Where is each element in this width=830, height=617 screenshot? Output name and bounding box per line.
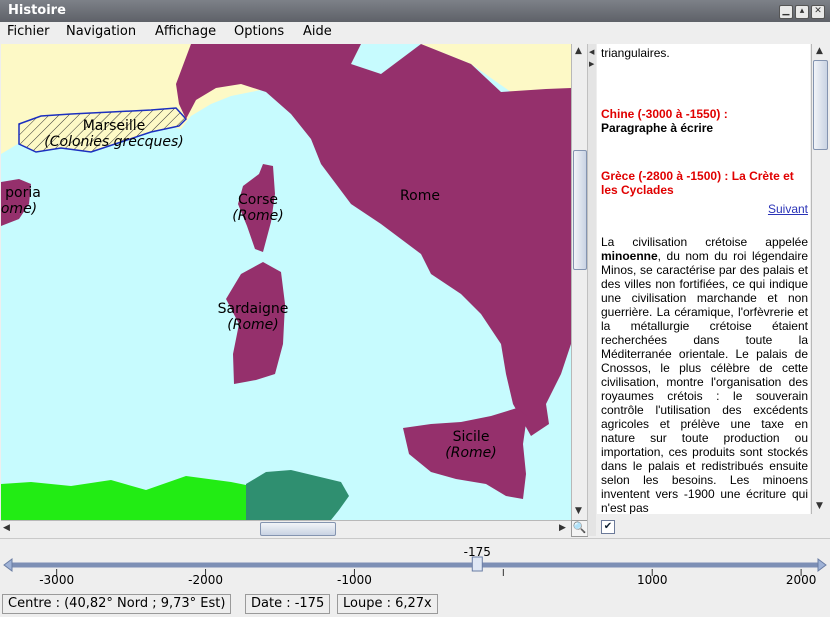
timeline-tick-label: 1000 (636, 573, 668, 587)
map-label-corse-sub: (Rome) (232, 208, 283, 224)
scroll-left-icon[interactable]: ◀ (3, 523, 10, 533)
timeline-ticks (56, 569, 802, 576)
map-vertical-scrollbar[interactable]: ▲ ▼ (571, 44, 587, 520)
timeline-left-cap (3, 558, 13, 572)
paragraph-text-start: La civilisation crétoise appelée (601, 235, 808, 249)
map-vscroll-thumb[interactable] (573, 150, 587, 270)
text-fragment-top: triangulaires. (601, 46, 670, 60)
map-label-sicile: Sicile (453, 429, 490, 445)
text-vertical-scrollbar[interactable]: ▲ ▼ (811, 44, 828, 514)
checkbox-icon[interactable]: ✔ (601, 520, 615, 534)
timeline-tick-label: -2000 (188, 573, 223, 587)
map-label-rome: Rome (400, 188, 440, 204)
history-text-panel[interactable]: triangulaires. Chine (-3000 à -1550) : P… (597, 44, 810, 514)
map-label-marseille-sub: (Colonies grecques) (44, 134, 183, 150)
map-canvas: Marseille (Colonies grecques) Corse (Rom… (1, 44, 571, 520)
timeline-tick-label: -1000 (337, 573, 372, 587)
menu-fichier[interactable]: Fichier (7, 24, 50, 39)
grece-paragraph: La civilisation crétoise appelée minoenn… (601, 235, 808, 514)
split-pane-divider[interactable]: ◀ ▶ (587, 44, 596, 536)
menu-affichage[interactable]: Affichage (155, 24, 216, 39)
map-label-sardaigne: Sardaigne (218, 301, 289, 317)
map-hscroll-thumb[interactable] (260, 522, 336, 536)
collapse-left-icon[interactable]: ◀ (589, 48, 594, 56)
paragraph-text-bold: minoenne (601, 249, 658, 263)
status-date: Date : -175 (245, 594, 331, 614)
timeline-track (3, 556, 827, 576)
collapse-right-icon[interactable]: ▶ (589, 60, 594, 68)
timeline-thumb[interactable] (471, 556, 483, 572)
magnifier-icon[interactable]: 🔍 (571, 520, 588, 537)
suivant-link[interactable]: Suivant (768, 202, 808, 216)
scroll-up-icon[interactable]: ▲ (575, 46, 582, 56)
timeline-current-label: -175 (463, 545, 491, 559)
timeline-right-cap (817, 558, 827, 572)
map-label-sicile-sub: (Rome) (445, 445, 496, 461)
map-label-marseille: Marseille (83, 118, 146, 134)
timeline-tick-label: -3000 (39, 573, 75, 587)
menu-navigation[interactable]: Navigation (66, 24, 136, 39)
title-bar: Histoire ▁ ▴ ✕ (0, 0, 830, 22)
map-label-emporia-sub: ome) (1, 201, 37, 217)
menu-options[interactable]: Options (234, 24, 284, 39)
scroll-right-icon[interactable]: ▶ (559, 523, 566, 533)
status-bar: Centre : (40,82° Nord ; 9,73° Est) Date … (0, 592, 830, 617)
close-icon[interactable]: ✕ (811, 5, 825, 19)
grece-heading: Grèce (-2800 à -1500) : La Crète et les … (601, 169, 794, 197)
maximize-icon[interactable]: ▴ (795, 5, 809, 19)
chine-body: Paragraphe à écrire (601, 121, 714, 135)
map-view[interactable]: Marseille (Colonies grecques) Corse (Rom… (1, 44, 571, 520)
status-centre: Centre : (40,82° Nord ; 9,73° Est) (2, 594, 232, 614)
map-label-emporia: poria (5, 185, 41, 201)
chine-heading: Chine (-3000 à -1550) : (601, 107, 728, 121)
scroll-down-icon[interactable]: ▼ (575, 506, 582, 516)
paragraph-text-rest: , du nom du roi légendaire Minos, se car… (601, 249, 808, 514)
minimize-icon[interactable]: ▁ (779, 5, 793, 19)
timeline-slider[interactable]: -175 -3000 -2000 -1000 1000 2000 (0, 538, 830, 593)
window-title: Histoire (8, 3, 66, 18)
text-scroll-down-icon[interactable]: ▼ (816, 501, 823, 511)
map-horizontal-scrollbar[interactable]: ◀ ▶ (1, 520, 571, 536)
timeline-tick-label: 2000 (785, 573, 817, 587)
map-label-corse: Corse (238, 192, 278, 208)
text-scroll-up-icon[interactable]: ▲ (816, 46, 823, 56)
status-loupe: Loupe : 6,27x (337, 594, 438, 614)
map-label-sardaigne-sub: (Rome) (227, 317, 278, 333)
text-scroll-thumb[interactable] (813, 60, 828, 150)
menu-aide[interactable]: Aide (303, 24, 332, 39)
menu-bar: Fichier Navigation Affichage Options Aid… (0, 22, 830, 43)
